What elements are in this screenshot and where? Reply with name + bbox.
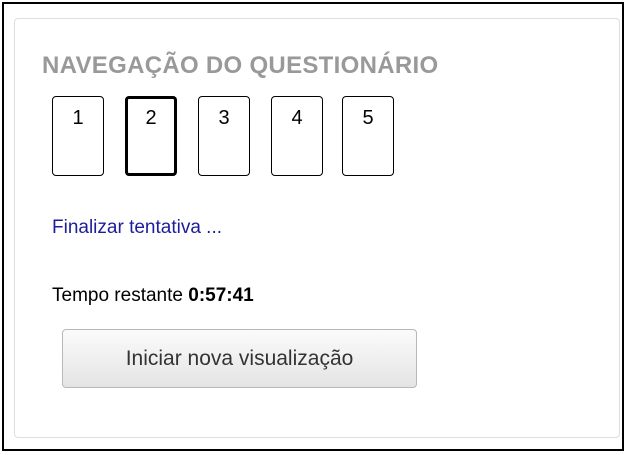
timer-value: 0:57:41 (188, 285, 254, 306)
timer-label: Tempo restante (52, 285, 183, 306)
question-4-button[interactable]: 4 (271, 96, 323, 176)
question-2-button[interactable]: 2 (125, 96, 177, 176)
question-5-button[interactable]: 5 (342, 96, 394, 176)
question-1-button[interactable]: 1 (52, 96, 104, 176)
time-remaining: Tempo restante 0:57:41 (52, 284, 254, 308)
start-new-preview-button[interactable]: Iniciar nova visualização (62, 329, 417, 388)
finish-attempt-link[interactable]: Finalizar tentativa ... (52, 216, 222, 240)
question-3-button[interactable]: 3 (198, 96, 250, 176)
block-title: NAVEGAÇÃO DO QUESTIONÁRIO (42, 52, 439, 79)
